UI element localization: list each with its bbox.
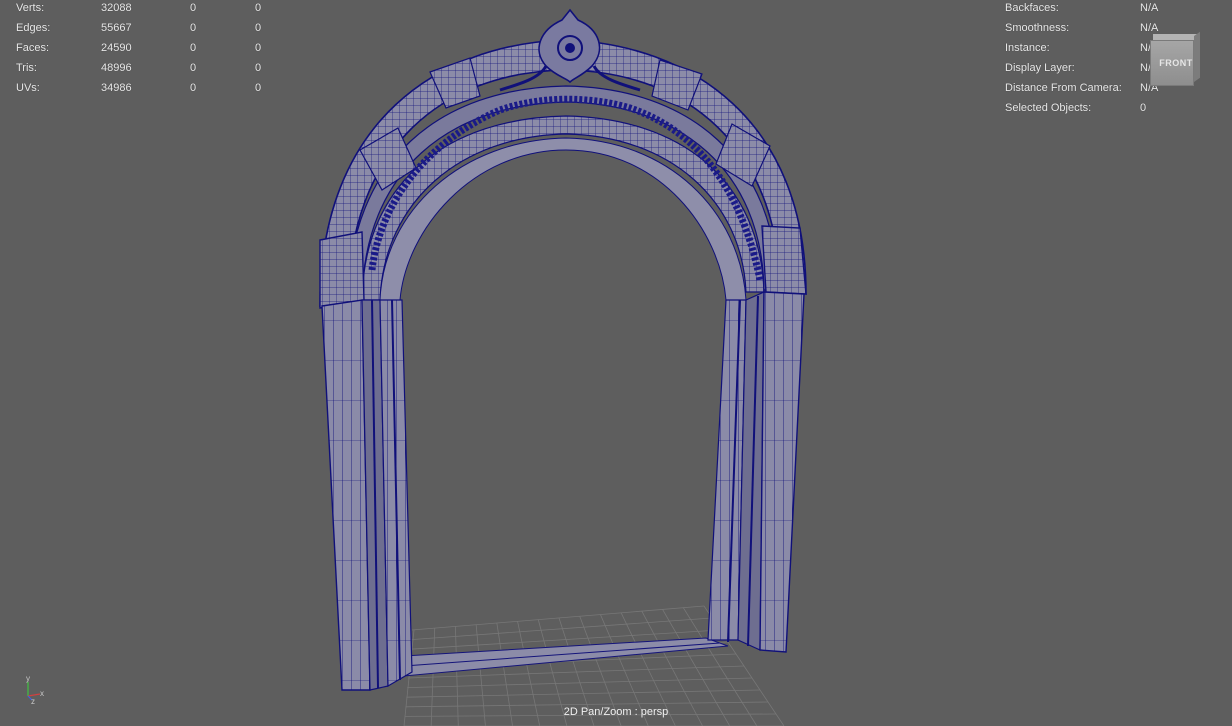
hud-stat-v3: 0 xyxy=(255,2,262,14)
hud-stat-label: Edges: xyxy=(16,22,51,34)
hud-stat-v1: 24590 xyxy=(101,42,132,54)
door-sill xyxy=(403,637,729,677)
hud-stat-v3: 0 xyxy=(255,22,262,34)
hud-detail-label: Smoothness: xyxy=(1005,22,1070,34)
axis-x-label: x xyxy=(40,689,44,698)
hud-detail-label: Display Layer: xyxy=(1005,62,1075,74)
axis-gizmo-icon: y x z xyxy=(26,674,44,704)
hud-stat-v2: 0 xyxy=(190,22,197,34)
camera-name-label: 2D Pan/Zoom : persp xyxy=(563,706,669,718)
arch-mesh xyxy=(319,8,807,309)
axis-z-label: z xyxy=(31,697,35,704)
viewcube-side-face[interactable] xyxy=(1194,31,1200,82)
hud-stat-v1: 34986 xyxy=(101,82,132,94)
hud-stat-v2: 0 xyxy=(190,2,197,14)
hud-stat-v1: 32088 xyxy=(101,2,132,14)
axis-y-label: y xyxy=(26,674,30,683)
hud-detail-value: N/A xyxy=(1140,22,1159,34)
hud-stat-label: Verts: xyxy=(16,2,45,14)
hud-stat-label: Faces: xyxy=(16,42,50,54)
hud-detail-label: Backfaces: xyxy=(1005,2,1059,14)
hud-stat-v2: 0 xyxy=(190,42,197,54)
hud-stat-v1: 48996 xyxy=(101,62,132,74)
hud-stat-label: Tris: xyxy=(16,62,37,74)
hud-detail-label: Instance: xyxy=(1005,42,1050,54)
viewcube-icon[interactable]: FRONT xyxy=(1150,31,1200,86)
hud-stat-v3: 0 xyxy=(255,42,262,54)
3d-viewport[interactable]: Verts: 32088 0 0 Edges: 55667 0 0 Faces: 24590 0 0 T… xyxy=(0,0,1232,726)
hud-stat-v2: 0 xyxy=(190,62,197,74)
left-pillar xyxy=(321,299,413,691)
hud-stat-label: UVs: xyxy=(16,82,40,94)
right-pillar xyxy=(707,291,805,653)
hud-stat-v2: 0 xyxy=(190,82,197,94)
hud-detail-label: Selected Objects: xyxy=(1005,102,1092,114)
viewcube-front-label: FRONT xyxy=(1159,58,1193,68)
hud-stat-v1: 55667 xyxy=(101,22,132,34)
hud-detail-label: Distance From Camera: xyxy=(1005,82,1122,94)
hud-stat-v3: 0 xyxy=(255,62,262,74)
hud-detail-value: N/A xyxy=(1140,2,1159,14)
hud-detail-value: 0 xyxy=(1140,102,1147,114)
hud-stat-v3: 0 xyxy=(255,82,262,94)
axis-x-line xyxy=(27,693,41,697)
